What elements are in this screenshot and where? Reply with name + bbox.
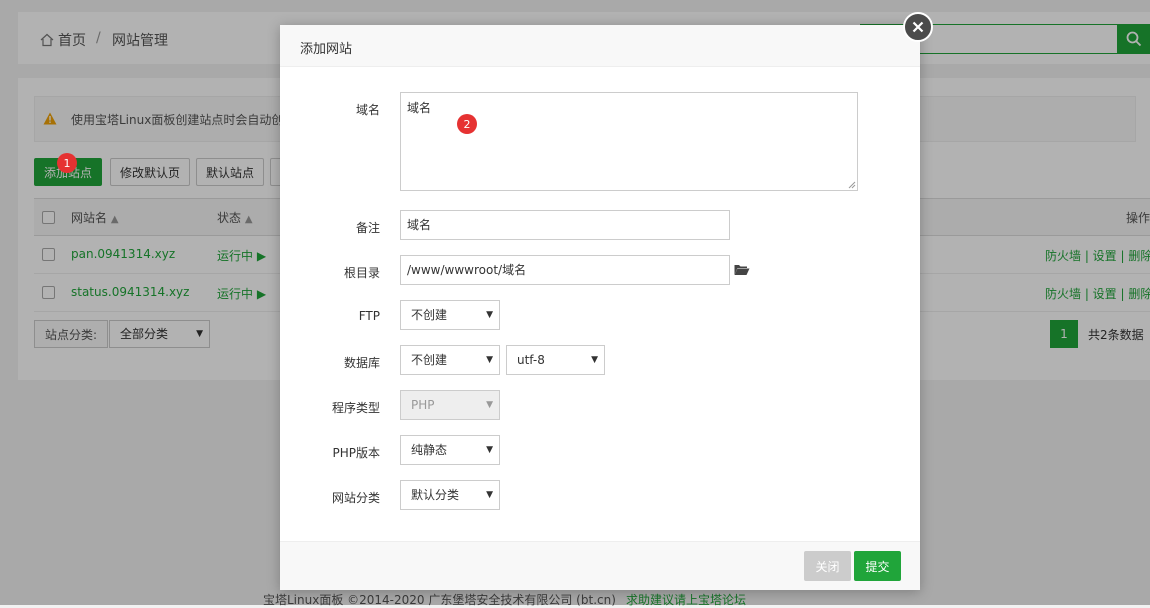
site-category-field-value: 默认分类 [411,488,460,502]
chevron-down-icon: ▼ [486,400,493,410]
php-version-select[interactable]: 纯静态 ▼ [400,435,500,465]
root-dir-value: /www/wwwroot/域名 [407,263,527,277]
database-label: 数据库 [343,356,380,370]
chevron-down-icon: ▼ [486,490,493,500]
chevron-down-icon: ▼ [486,355,493,365]
ftp-select[interactable]: 不创建 ▼ [400,300,500,330]
charset-value: utf-8 [517,353,545,367]
dialog-footer: 关闭 提交 [280,541,920,590]
annotation-badge-1: 1 [57,153,77,173]
chevron-down-icon: ▼ [591,355,598,365]
database-select[interactable]: 不创建 ▼ [400,345,500,375]
ftp-label: FTP [358,309,380,323]
site-category-field-select[interactable]: 默认分类 ▼ [400,480,500,510]
domain-value: 域名 [407,101,432,115]
domain-textarea[interactable]: 域名 [400,92,858,191]
chevron-down-icon: ▼ [486,310,493,320]
remark-value: 域名 [407,218,432,232]
chevron-down-icon: ▼ [486,445,493,455]
folder-open-icon[interactable] [734,264,750,276]
resize-handle-icon [848,181,856,189]
charset-select[interactable]: utf-8 ▼ [506,345,605,375]
php-version-value: 纯静态 [411,443,448,457]
database-value: 不创建 [411,353,448,367]
program-type-value: PHP [411,398,435,412]
program-type-select: PHP ▼ [400,390,500,420]
php-version-label: PHP版本 [332,446,381,460]
add-site-dialog: 添加网站 域名 域名 2 备注 域名 根目录 /www/wwwroot/域名 F… [280,25,920,590]
submit-button[interactable]: 提交 [854,551,901,581]
dialog-title: 添加网站 [300,42,353,57]
close-icon [912,21,924,33]
dialog-header: 添加网站 [280,25,920,67]
dialog-close-button[interactable] [903,12,933,42]
remark-input[interactable]: 域名 [400,210,730,240]
program-type-label: 程序类型 [331,401,380,415]
remark-label: 备注 [355,221,380,235]
root-dir-input[interactable]: /www/wwwroot/域名 [400,255,730,285]
annotation-badge-2: 2 [457,114,477,134]
ftp-value: 不创建 [411,308,448,322]
site-category-field-label: 网站分类 [331,491,380,505]
root-dir-label: 根目录 [343,266,380,280]
domain-label: 域名 [355,103,380,117]
close-button[interactable]: 关闭 [804,551,851,581]
